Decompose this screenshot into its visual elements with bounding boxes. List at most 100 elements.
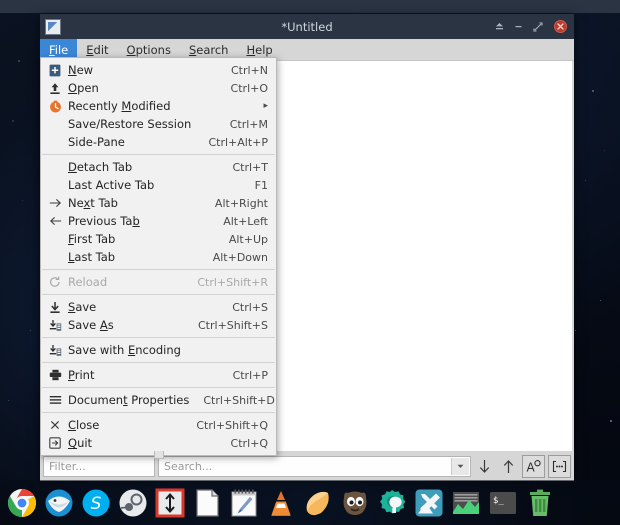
taskbar-chrome[interactable] (5, 486, 38, 519)
menu-item-open-accel: Ctrl+O (230, 81, 268, 95)
menu-item-next-tab-accel: Alt+Right (214, 196, 268, 210)
match-case-button[interactable]: A (522, 454, 545, 478)
menu-item-last-tab[interactable]: Last Tab Alt+Down (41, 248, 276, 266)
new-document-icon (47, 63, 63, 77)
taskbar-terminal[interactable]: $_ (486, 486, 519, 519)
shade-button[interactable] (491, 18, 508, 35)
menu-item-save-as[interactable]: Save As Ctrl+Shift+S (41, 316, 276, 334)
menu-item-next-tab[interactable]: Next Tab Alt+Right (41, 194, 276, 212)
close-button[interactable] (554, 20, 567, 33)
menu-item-save-label: Save (68, 300, 97, 314)
taskbar-mango[interactable] (301, 486, 334, 519)
desktop-star (12, 120, 14, 122)
menu-item-reload-accel: Ctrl+Shift+R (197, 275, 268, 289)
blank-icon (47, 117, 63, 131)
menu-item-save-restore-session[interactable]: Save/Restore Session Ctrl+M (41, 115, 276, 133)
desktop-star (604, 150, 605, 151)
file-dropdown-menu[interactable]: New Ctrl+N Open Ctrl+O Recently Modified… (40, 57, 277, 459)
filter-input[interactable]: Filter... (43, 455, 155, 477)
save-encoding-icon (47, 343, 63, 357)
menu-item-last-tab-accel: Alt+Down (212, 250, 268, 264)
menu-item-save-as-accel: Ctrl+Shift+S (198, 318, 268, 332)
blank-icon (47, 178, 63, 192)
blank-icon (47, 250, 63, 264)
menu-item-save-with-encoding[interactable]: Save with Encoding (41, 341, 276, 359)
desktop-star (575, 330, 576, 331)
menu-item-first-tab-accel: Alt+Up (228, 232, 268, 246)
svg-text:A: A (527, 460, 536, 474)
menu-item-quit-label: Quit (68, 436, 93, 450)
taskbar-tools[interactable] (412, 486, 445, 519)
menu-separator (42, 154, 275, 155)
menu-item-recently-modified[interactable]: Recently Modified ▸ (41, 97, 276, 115)
reload-icon (47, 275, 63, 289)
menu-item-side-pane-label: Side-Pane (68, 135, 125, 149)
menu-item-reload-label: Reload (68, 275, 108, 289)
menu-item-new-label: New (68, 63, 94, 77)
desktop-star (592, 90, 594, 92)
menu-item-last-active-tab[interactable]: Last Active Tab F1 (41, 176, 276, 194)
search-input[interactable]: Search... (158, 455, 471, 477)
desktop-star (22, 200, 23, 201)
menu-item-previous-tab[interactable]: Previous Tab Alt+Left (41, 212, 276, 230)
desktop-star (585, 180, 586, 181)
submenu-arrow-icon: ▸ (263, 101, 268, 111)
properties-icon (47, 393, 63, 407)
menu-item-detach-tab-accel: Ctrl+T (232, 160, 268, 174)
taskbar-notes[interactable] (227, 486, 260, 519)
taskbar-settings[interactable] (375, 486, 408, 519)
menu-item-recently-modified-label: Recently Modified (68, 99, 171, 113)
quit-icon (47, 436, 63, 450)
menu-item-save-restore-session-accel: Ctrl+M (229, 117, 268, 131)
menu-item-new[interactable]: New Ctrl+N (41, 61, 276, 79)
menu-item-document-properties[interactable]: Document Properties Ctrl+Shift+D (41, 391, 276, 409)
menu-item-side-pane[interactable]: Side-Pane Ctrl+Alt+P (41, 133, 276, 151)
menu-item-save-accel: Ctrl+S (232, 300, 268, 314)
find-previous-button[interactable] (498, 456, 519, 477)
menu-item-quit[interactable]: Quit Ctrl+Q (41, 434, 276, 452)
search-input-placeholder: Search... (164, 459, 213, 473)
menu-item-close-label: Close (68, 418, 100, 432)
svg-text:$_: $_ (493, 496, 504, 506)
whole-word-button[interactable] (548, 454, 571, 478)
taskbar-trash[interactable] (523, 486, 556, 519)
menu-item-print[interactable]: Print Ctrl+P (41, 366, 276, 384)
taskbar-vlc[interactable] (264, 486, 297, 519)
menu-item-first-tab[interactable]: First Tab Alt+Up (41, 230, 276, 248)
menu-item-save[interactable]: Save Ctrl+S (41, 298, 276, 316)
menu-separator (42, 412, 275, 413)
menu-item-previous-tab-accel: Alt+Left (223, 214, 268, 228)
menu-resize-grip[interactable] (153, 451, 164, 459)
close-x-icon (47, 418, 63, 432)
find-next-button[interactable] (474, 456, 495, 477)
menu-item-next-tab-label: Next Tab (68, 196, 118, 210)
desktop-top-strip (0, 0, 620, 13)
taskbar-steam[interactable] (116, 486, 149, 519)
taskbar-monitor[interactable] (449, 486, 482, 519)
taskbar-document[interactable] (190, 486, 223, 519)
menu-separator (42, 294, 275, 295)
desktop-star (8, 400, 9, 401)
menu-item-close[interactable]: Close Ctrl+Shift+Q (41, 416, 276, 434)
menu-item-close-accel: Ctrl+Shift+Q (196, 418, 268, 432)
search-history-dropdown[interactable] (451, 457, 469, 475)
taskbar-skype[interactable]: S (79, 486, 112, 519)
menu-separator (42, 362, 275, 363)
menu-item-detach-tab[interactable]: Detach Tab Ctrl+T (41, 158, 276, 176)
taskbar-gimp[interactable] (338, 486, 371, 519)
taskbar-thunderbird[interactable] (42, 486, 75, 519)
menu-item-last-active-tab-label: Last Active Tab (68, 178, 155, 192)
minimize-button[interactable] (510, 18, 527, 35)
maximize-button[interactable] (529, 18, 546, 35)
menu-item-quit-accel: Ctrl+Q (230, 436, 268, 450)
recent-clock-icon (47, 99, 63, 113)
save-icon (47, 300, 63, 314)
save-as-icon (47, 318, 63, 332)
menu-separator (42, 387, 275, 388)
menu-item-side-pane-accel: Ctrl+Alt+P (208, 135, 268, 149)
window-titlebar[interactable]: *Untitled (40, 14, 574, 39)
menu-item-open[interactable]: Open Ctrl+O (41, 79, 276, 97)
svg-text:S: S (90, 494, 101, 514)
desktop-star (18, 60, 20, 62)
taskbar-featherpad[interactable] (153, 486, 186, 519)
